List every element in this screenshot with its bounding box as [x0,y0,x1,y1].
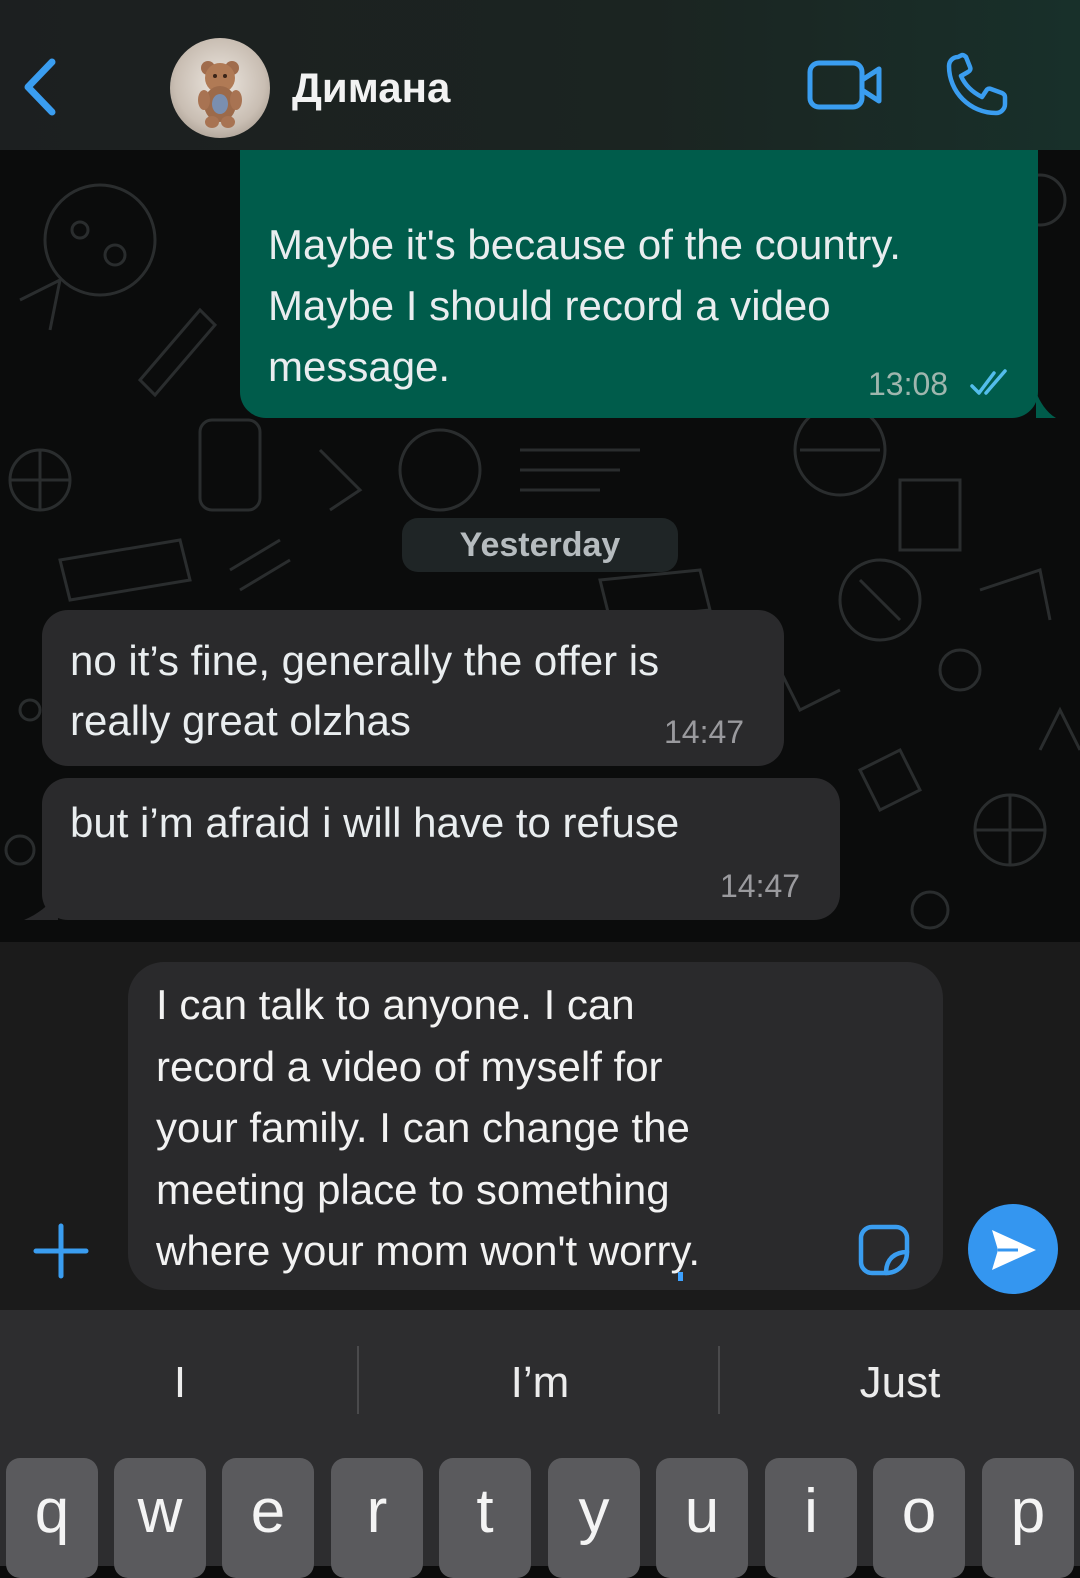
suggestion-item[interactable]: I’m [360,1310,720,1456]
key-row: q w e r t y u i o p [0,1458,1080,1578]
video-call-button[interactable] [806,58,884,114]
day-separator: Yesterday [402,518,678,572]
key-o[interactable]: o [873,1458,965,1578]
incoming-message[interactable]: but i’m afraid i will have to refuse 14:… [42,778,840,920]
chevron-left-icon [24,58,56,116]
video-camera-icon [807,60,882,110]
key-r[interactable]: r [331,1458,423,1578]
key-q[interactable]: q [6,1458,98,1578]
draft-line: meeting place to something [156,1165,670,1213]
message-line: Maybe I should record a video [268,282,831,329]
draft-line: I can talk to anyone. I can [156,981,635,1028]
message-time: 14:47 [720,868,801,904]
send-arrow-icon [992,1230,1036,1270]
key-w[interactable]: w [114,1458,206,1578]
phone-icon [946,52,1008,116]
message-line: message. [268,343,451,390]
suggestion-divider [357,1346,359,1414]
chat-header: Димана [0,0,1080,150]
double-check-icon [970,369,1007,395]
key-e[interactable]: e [222,1458,314,1578]
send-button[interactable] [968,1204,1058,1294]
draft-text[interactable]: I can talk to anyone. I can record a vid… [156,974,846,1282]
chat-area[interactable]: Maybe it's because of the country. Maybe… [0,150,1080,942]
incoming-message[interactable]: no it’s fine, generally the offer is rea… [42,610,784,766]
message-time: 13:08 [868,366,949,402]
message-line: really great olzhas [70,697,411,744]
keyboard: I I’m Just q w e r t y u i o p [0,1310,1080,1578]
key-p[interactable]: p [982,1458,1074,1578]
draft-line: where your mom won't worry. [156,1227,701,1274]
back-button[interactable] [18,56,68,116]
message-time: 14:47 [664,714,745,750]
sticker-icon [858,1224,910,1276]
key-y[interactable]: y [548,1458,640,1578]
message-line: Maybe it's because of the country. [268,221,901,268]
draft-line: your family. I can change the [156,1104,690,1151]
outgoing-message[interactable]: Maybe it's because of the country. Maybe… [240,150,1056,418]
message-composer: I can talk to anyone. I can record a vid… [0,942,1080,1310]
attach-button[interactable] [30,1220,92,1282]
plus-icon [33,1223,89,1279]
message-line: no it’s fine, generally the offer is [70,637,660,684]
sticker-button[interactable] [856,1222,912,1278]
contact-name[interactable]: Димана [292,64,450,112]
avatar[interactable] [170,38,270,138]
suggestion-bar: I I’m Just [0,1310,1080,1456]
voice-call-button[interactable] [944,52,1010,118]
suggestion-item[interactable]: Just [720,1310,1080,1456]
draft-line: record a video of myself for [156,1042,663,1090]
teddy-bear-icon [198,61,242,128]
bubble-tail [1036,392,1056,418]
text-caret [678,1272,683,1281]
key-t[interactable]: t [439,1458,531,1578]
key-i[interactable]: i [765,1458,857,1578]
message-line: but i’m afraid i will have to refuse [70,799,680,846]
suggestion-item[interactable]: I [0,1310,360,1456]
message-input[interactable]: I can talk to anyone. I can record a vid… [128,962,943,1290]
bubble-tail [24,894,58,920]
key-u[interactable]: u [656,1458,748,1578]
